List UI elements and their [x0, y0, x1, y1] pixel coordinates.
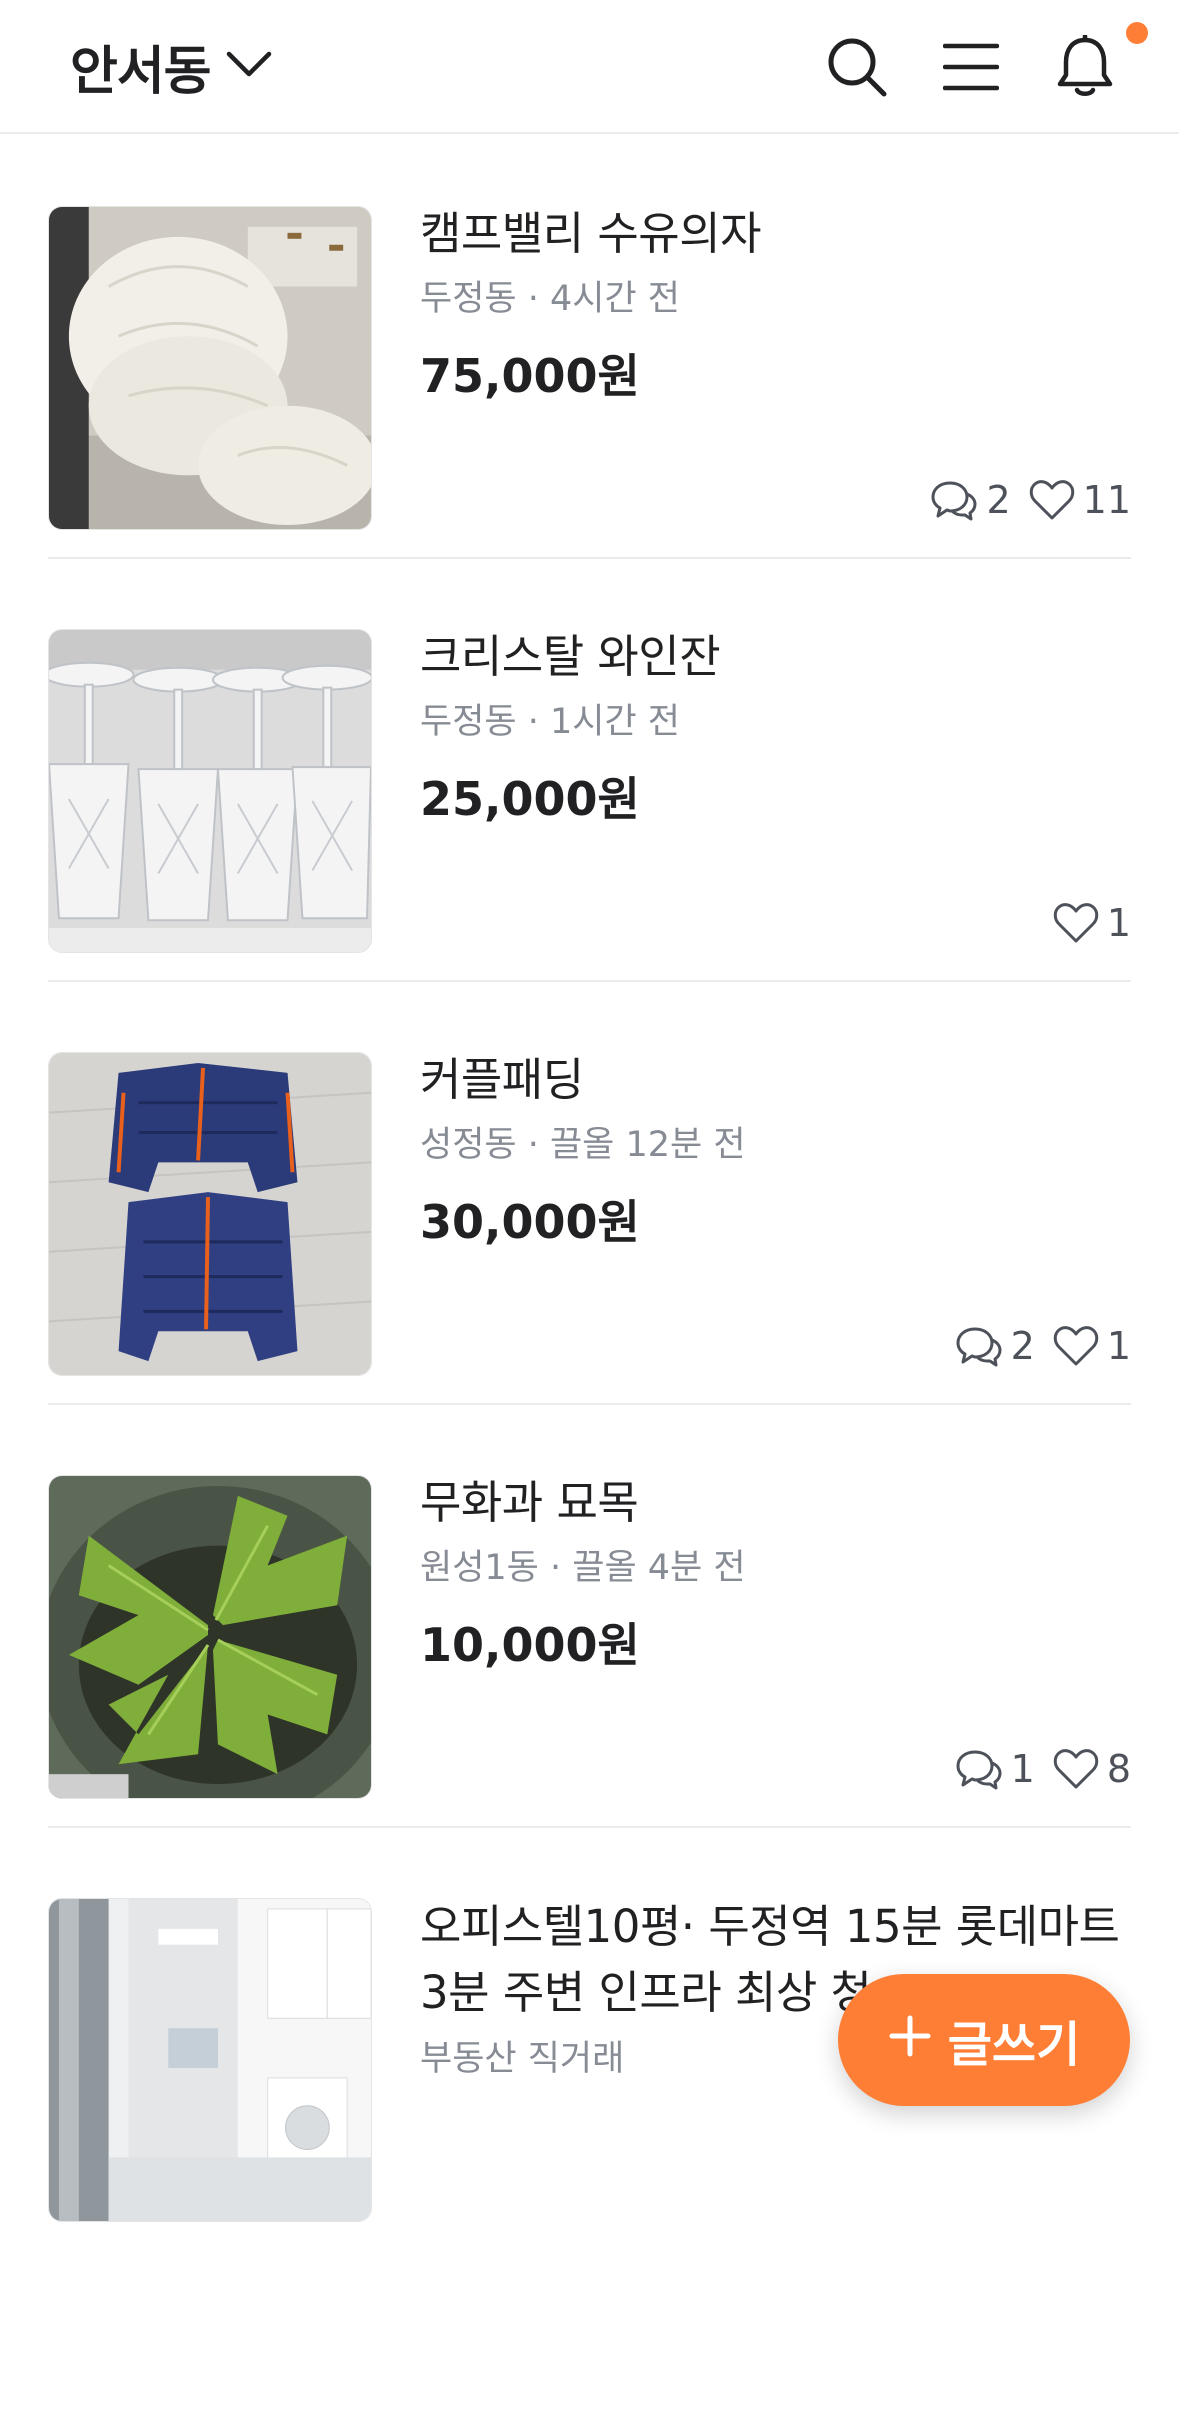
list-item[interactable]: 오피스텔10평· 두정역 15분 롯데마트 3분 주변 인프라 최상 청 부동산…: [48, 1828, 1131, 2428]
product-thumbnail: [48, 1052, 372, 1376]
item-title: 커플패딩: [420, 1053, 584, 1106]
heart-icon: [1053, 902, 1099, 944]
chat-count-value: 1: [1010, 1747, 1035, 1791]
chat-count: 1: [955, 1746, 1035, 1792]
like-count: 11: [1029, 478, 1131, 522]
search-icon[interactable]: [822, 32, 892, 102]
product-thumbnail: [48, 1475, 372, 1799]
item-counts: 2 1: [955, 1316, 1131, 1376]
item-title: 무화과 묘목: [420, 1476, 639, 1529]
item-info: 크리스탈 와인잔 두정동 · 1시간 전 25,000원: [420, 625, 1131, 829]
list-item[interactable]: 무화과 묘목 원성1동 · 끌올 4분 전 10,000원 1 8: [48, 1405, 1131, 1828]
item-counts: 2 11: [930, 470, 1131, 530]
product-thumbnail: [48, 206, 372, 530]
notification-dot: [1126, 22, 1148, 44]
chat-icon: [955, 1323, 1003, 1369]
product-thumbnail: [48, 629, 372, 953]
location-title: 안서동: [70, 41, 212, 102]
plus-icon: [888, 2005, 932, 2069]
list-item[interactable]: 크리스탈 와인잔 두정동 · 1시간 전 25,000원 1: [48, 559, 1131, 982]
item-title: 크리스탈 와인잔: [420, 630, 721, 683]
chat-count: 2: [930, 477, 1011, 523]
item-title: 캠프밸리 수유의자: [420, 207, 762, 260]
item-meta: 성정동 · 끌올 12분 전: [420, 1125, 746, 1165]
like-count: 1: [1053, 1324, 1131, 1368]
item-counts: 1: [1053, 893, 1131, 953]
like-count-value: 8: [1106, 1747, 1131, 1791]
item-price: 30,000원: [420, 1195, 640, 1249]
heart-icon: [1053, 1325, 1099, 1367]
product-thumbnail: [48, 1898, 372, 2222]
chat-count: 2: [955, 1323, 1035, 1369]
heart-icon: [1053, 1748, 1099, 1790]
list-item[interactable]: 커플패딩 성정동 · 끌올 12분 전 30,000원 2 1: [48, 982, 1131, 1405]
location-selector[interactable]: 안서동: [70, 28, 273, 104]
bell-icon[interactable]: [1050, 32, 1120, 102]
top-app-bar: 안서동: [0, 0, 1179, 134]
item-info: 캠프밸리 수유의자 두정동 · 4시간 전 75,000원: [420, 202, 1131, 406]
chevron-down-icon: [225, 49, 273, 83]
item-meta: 원성1동 · 끌올 4분 전: [420, 1548, 746, 1588]
like-count: 1: [1053, 901, 1131, 945]
like-count-value: 1: [1106, 901, 1131, 945]
item-meta: 두정동 · 1시간 전: [420, 702, 680, 742]
item-counts: 1 8: [955, 1739, 1131, 1799]
chat-count-value: 2: [986, 478, 1011, 522]
chat-count-value: 2: [1010, 1324, 1035, 1368]
menu-icon[interactable]: [936, 32, 1006, 102]
item-meta: 두정동 · 4시간 전: [420, 279, 680, 319]
like-count-value: 11: [1082, 478, 1131, 522]
item-info: 커플패딩 성정동 · 끌올 12분 전 30,000원: [420, 1048, 1131, 1252]
item-price: 25,000원: [420, 772, 640, 826]
write-post-label: 글쓰기: [947, 2017, 1081, 2073]
chat-icon: [930, 477, 978, 523]
item-price: 75,000원: [420, 349, 640, 403]
chat-icon: [955, 1746, 1003, 1792]
item-price: 10,000원: [420, 1618, 640, 1672]
item-info: 무화과 묘목 원성1동 · 끌올 4분 전 10,000원: [420, 1471, 1131, 1675]
like-count: 8: [1053, 1747, 1131, 1791]
heart-icon: [1029, 479, 1075, 521]
list-item[interactable]: 캠프밸리 수유의자 두정동 · 4시간 전 75,000원 2 11: [48, 136, 1131, 559]
write-post-button[interactable]: 글쓰기: [838, 1974, 1130, 2106]
like-count-value: 1: [1106, 1324, 1131, 1368]
